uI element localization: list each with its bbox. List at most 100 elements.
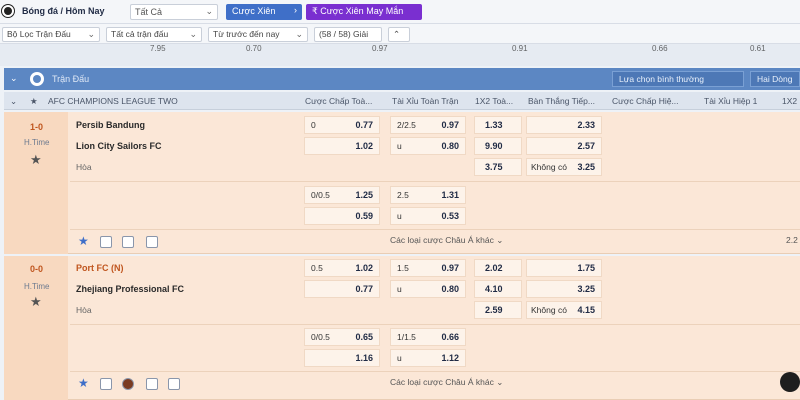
- odd-value: 2.57: [577, 141, 595, 151]
- odd-value: 0.97: [441, 263, 459, 273]
- odd-value: 4.15: [577, 305, 595, 315]
- over-odd[interactable]: 2/2.5 0.97: [390, 116, 466, 134]
- next-goal-home-odd[interactable]: 1.75: [526, 259, 602, 277]
- chart-icon[interactable]: [168, 378, 180, 390]
- 1x2-home-odd[interactable]: 2.02: [474, 259, 522, 277]
- odd-value: 9.90: [485, 141, 503, 151]
- match-side: [4, 256, 68, 400]
- under-label: u: [397, 284, 402, 294]
- right-partial-odd: 2.2: [786, 235, 798, 245]
- 1x2-away-odd[interactable]: 4.10: [474, 280, 522, 298]
- next-goal-away-odd[interactable]: 2.57: [526, 137, 602, 155]
- handicap-home-odd[interactable]: 0.5 1.02: [304, 259, 380, 277]
- collapse-icon[interactable]: ⌄: [10, 73, 18, 84]
- more-bets-link[interactable]: Các loại cược Châu Á khác ⌄: [390, 377, 503, 388]
- favorite-star-icon[interactable]: ★: [30, 152, 42, 168]
- stats-icon[interactable]: [100, 378, 112, 390]
- odd-value: 0.97: [441, 120, 459, 130]
- over-odd[interactable]: 2.5 1.31: [390, 186, 466, 204]
- under-label: u: [397, 211, 402, 221]
- away-team: Zhejiang Professional FC: [76, 284, 185, 294]
- league-count-select[interactable]: (58 / 58) Giải: [314, 27, 382, 42]
- chevron-right-icon: ›: [294, 5, 297, 15]
- next-goal-away-odd[interactable]: 3.25: [526, 280, 602, 298]
- odd-value: 0.65: [355, 332, 373, 342]
- handicap-away-odd[interactable]: 0.59: [304, 207, 380, 225]
- under-odd[interactable]: u 0.80: [390, 137, 466, 155]
- match-score: 0-0: [30, 264, 44, 274]
- sort-label: Từ trước đến nay: [213, 29, 280, 39]
- home-team: Port FC (N): [76, 263, 124, 273]
- chat-bubble-icon[interactable]: [780, 372, 800, 392]
- ou-line: 2.5: [397, 190, 409, 200]
- row-mode-select[interactable]: Hai Dòng: [750, 71, 800, 87]
- strip-odd: 0.61: [750, 44, 766, 53]
- chevron-up-icon: ⌃: [393, 29, 401, 39]
- live-info-icon[interactable]: [146, 378, 158, 390]
- handicap-home-odd[interactable]: 0 0.77: [304, 116, 380, 134]
- handicap-home-odd[interactable]: 0/0.5 0.65: [304, 328, 380, 346]
- handicap-away-odd[interactable]: 0.77: [304, 280, 380, 298]
- divider: [70, 371, 800, 372]
- match-filter-select[interactable]: Bộ Lọc Trận Đấu ⌄: [2, 27, 100, 42]
- strip-odd: 0.91: [512, 44, 528, 53]
- odd-value: 1.16: [355, 353, 373, 363]
- favorite-star-icon[interactable]: ★: [30, 294, 42, 310]
- collapse-toggle[interactable]: ⌃: [388, 27, 410, 42]
- odd-value: 1.31: [441, 190, 459, 200]
- star-icon[interactable]: ★: [30, 96, 38, 107]
- live-info-icon[interactable]: [122, 236, 134, 248]
- over-odd[interactable]: 1/1.5 0.66: [390, 328, 466, 346]
- chevron-down-icon: ⌄: [496, 235, 504, 245]
- section-title: Trận Đấu: [52, 74, 90, 84]
- draw-label: Hòa: [76, 162, 92, 172]
- next-goal-none-odd[interactable]: Không có 3.25: [526, 158, 602, 176]
- chart-icon[interactable]: [146, 236, 158, 248]
- view-mode-label: Lựa chọn bình thường: [619, 74, 705, 84]
- favorite-star-icon[interactable]: ★: [78, 377, 90, 389]
- column-handicap: Cược Chấp Toà...: [305, 96, 373, 106]
- odd-value: 2.33: [577, 120, 595, 130]
- odd-value: 4.10: [485, 284, 503, 294]
- 1x2-draw-odd[interactable]: 2.59: [474, 301, 522, 319]
- odd-value: 1.02: [355, 263, 373, 273]
- 1x2-draw-odd[interactable]: 3.75: [474, 158, 522, 176]
- odd-value: 0.80: [441, 141, 459, 151]
- sort-select[interactable]: Từ trước đến nay ⌄: [208, 27, 308, 42]
- parlay-button[interactable]: Cược Xiên ›: [226, 4, 302, 20]
- view-mode-select[interactable]: Lựa chọn bình thường: [612, 71, 744, 87]
- 1x2-away-odd[interactable]: 9.90: [474, 137, 522, 155]
- draw-label: Hòa: [76, 305, 92, 315]
- handicap-away-odd[interactable]: 1.02: [304, 137, 380, 155]
- more-bets-link[interactable]: Các loại cược Châu Á khác ⌄: [390, 235, 503, 246]
- strip-odd: 7.95: [150, 44, 166, 53]
- odd-value: 1.33: [485, 120, 503, 130]
- under-odd[interactable]: u 0.53: [390, 207, 466, 225]
- chevron-down-icon[interactable]: ⌄: [10, 96, 17, 107]
- match-filter-label: Bộ Lọc Trận Đấu: [7, 29, 71, 39]
- sport-filter-select[interactable]: Tất Cả ⌄: [130, 4, 218, 20]
- lucky-parlay-button[interactable]: ₹ Cược Xiên May Mắn: [306, 4, 422, 20]
- column-next-goal: Bàn Thắng Tiếp...: [528, 96, 595, 106]
- strip-odd: 0.70: [246, 44, 262, 53]
- divider: [70, 324, 800, 325]
- no-goal-label: Không có: [531, 162, 567, 172]
- next-goal-none-odd[interactable]: Không có 4.15: [526, 301, 602, 319]
- handicap-home-odd[interactable]: 0/0.5 1.25: [304, 186, 380, 204]
- under-odd[interactable]: u 0.80: [390, 280, 466, 298]
- 1x2-home-odd[interactable]: 1.33: [474, 116, 522, 134]
- handicap-away-odd[interactable]: 1.16: [304, 349, 380, 367]
- mascot-icon[interactable]: [122, 378, 134, 390]
- page-title: Bóng đá / Hôm Nay: [22, 6, 105, 16]
- over-odd[interactable]: 1.5 0.97: [390, 259, 466, 277]
- away-team: Lion City Sailors FC: [76, 141, 162, 151]
- odd-value: 0.77: [355, 284, 373, 294]
- favorite-star-icon[interactable]: ★: [78, 235, 90, 247]
- stats-icon[interactable]: [100, 236, 112, 248]
- all-matches-select[interactable]: Tất cả trận đấu ⌄: [106, 27, 202, 42]
- under-odd[interactable]: u 1.12: [390, 349, 466, 367]
- under-label: u: [397, 141, 402, 151]
- next-goal-home-odd[interactable]: 2.33: [526, 116, 602, 134]
- sport-filter-value: Tất Cả: [135, 7, 163, 17]
- odd-value: 0.77: [355, 120, 373, 130]
